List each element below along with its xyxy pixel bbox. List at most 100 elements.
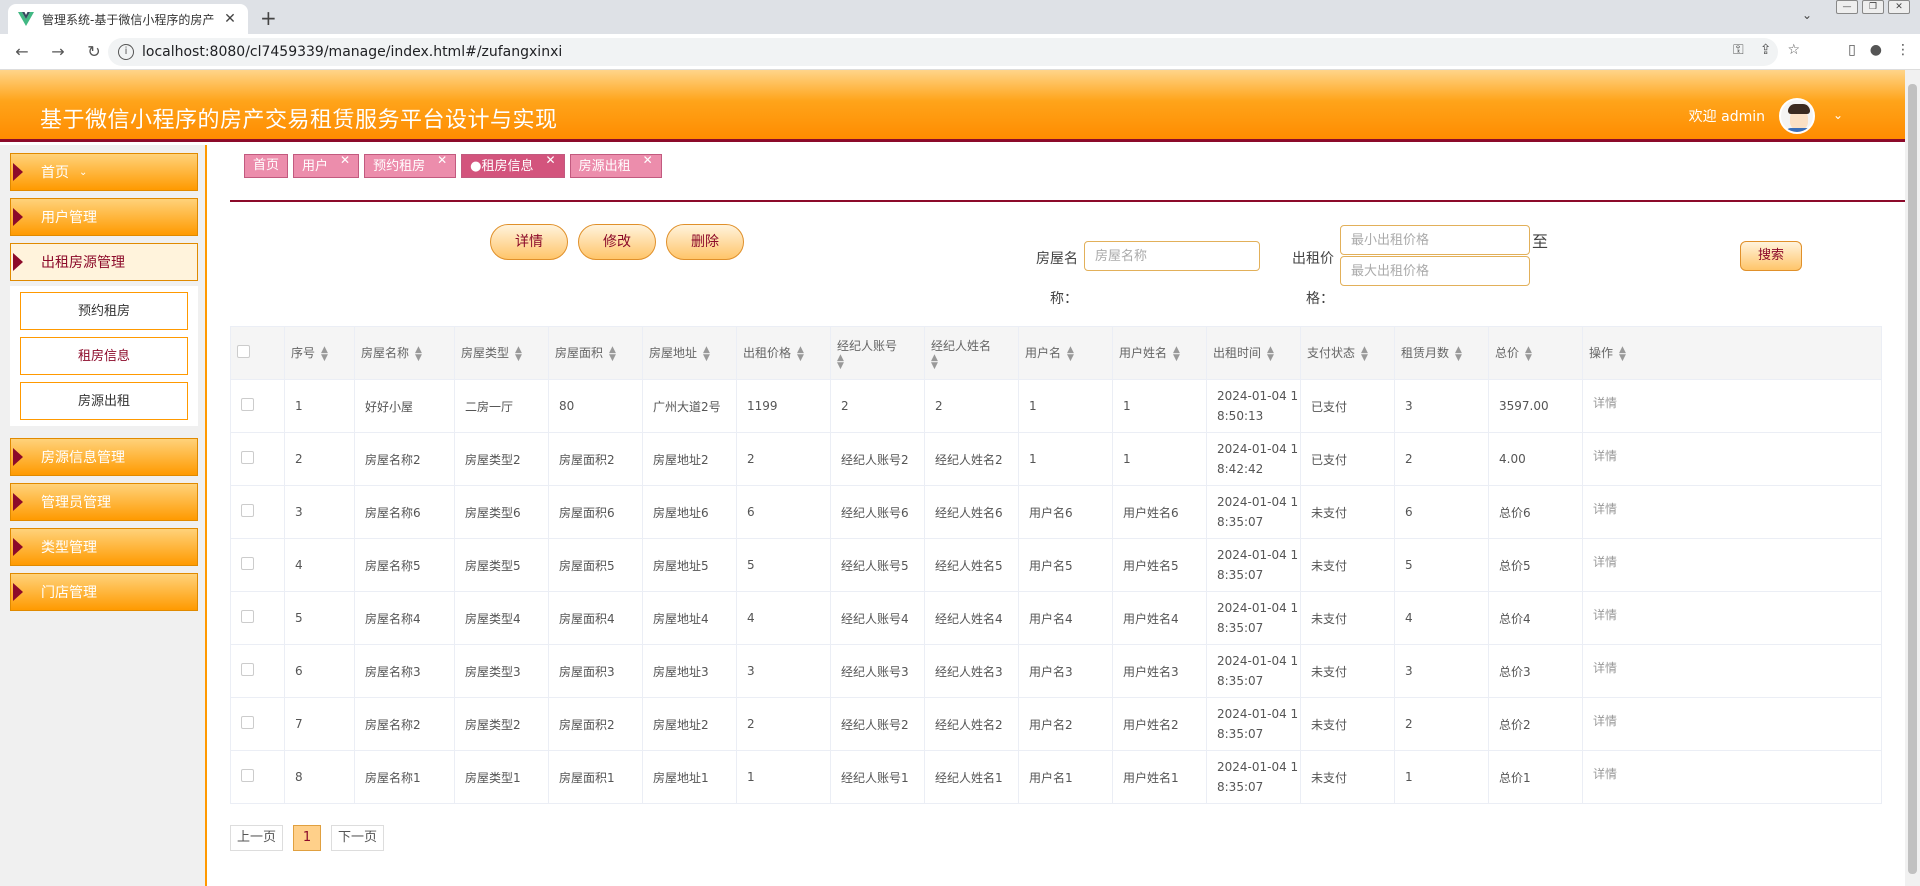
detail-button[interactable]: 详情 — [490, 224, 568, 260]
row-detail-link[interactable]: 详情 — [1593, 396, 1617, 410]
scrollbar-thumb[interactable] — [1908, 84, 1917, 874]
col-username[interactable]: 用户名 ▲ ▼ — [1018, 326, 1113, 380]
sidebar-item-home[interactable]: 首页 ⌄ — [10, 153, 198, 191]
close-icon[interactable]: ✕ — [643, 153, 653, 167]
row-detail-link[interactable]: 详情 — [1593, 608, 1617, 622]
tag-rental-info[interactable]: ●租房信息 ✕ — [461, 153, 565, 178]
col-address[interactable]: 房屋地址 ▲ ▼ — [642, 326, 737, 380]
share-icon[interactable]: ⇪ — [1760, 42, 1772, 58]
page-number[interactable]: 1 — [293, 825, 322, 851]
col-agent-name[interactable]: 经纪人姓名 ▲ ▼ — [924, 326, 1019, 380]
table-row[interactable]: 8 房屋名称1 房屋类型1 房屋面积1 房屋地址1 1 经纪人账号1 经纪人姓名1 用户名1 用户… — [230, 750, 1882, 804]
col-pay-status[interactable]: 支付状态 ▲ ▼ — [1300, 326, 1395, 380]
page-scrollbar[interactable] — [1905, 70, 1920, 886]
table-row[interactable]: 7 房屋名称2 房屋类型2 房屋面积2 房屋地址2 2 经纪人账号2 经纪人姓名2 用户名2 用户… — [230, 697, 1882, 751]
info-icon[interactable]: i — [118, 44, 134, 60]
tag-home[interactable]: 首页 — [244, 154, 289, 178]
row-checkbox[interactable] — [241, 557, 254, 570]
row-detail-link[interactable]: 详情 — [1593, 661, 1617, 675]
max-price-input[interactable] — [1340, 256, 1530, 286]
row-detail-link[interactable]: 详情 — [1593, 767, 1617, 781]
close-window-icon[interactable]: ✕ — [1888, 0, 1910, 14]
col-no[interactable]: 序号 ▲ ▼ — [284, 326, 355, 380]
address-bar[interactable]: i localhost:8080/cl7459339/manage/index.… — [108, 38, 1778, 66]
tag-reservations[interactable]: 预约租房 ✕ — [364, 153, 457, 178]
sort-icon[interactable]: ▲ ▼ — [1525, 345, 1532, 362]
col-months[interactable]: 租赁月数 ▲ ▼ — [1394, 326, 1489, 380]
col-agent-account[interactable]: 经纪人账号 ▲ ▼ — [830, 326, 925, 380]
edit-button[interactable]: 修改 — [578, 224, 656, 260]
user-menu-chevron-icon[interactable]: ⌄ — [1833, 108, 1843, 122]
new-tab-icon[interactable]: + — [260, 6, 277, 30]
col-price[interactable]: 出租价格 ▲ ▼ — [736, 326, 831, 380]
sort-icon[interactable]: ▲ ▼ — [797, 345, 804, 362]
sort-icon[interactable]: ▲ ▼ — [1173, 345, 1180, 362]
col-area[interactable]: 房屋面积 ▲ ▼ — [548, 326, 643, 380]
table-row[interactable]: 4 房屋名称5 房屋类型5 房屋面积5 房屋地址5 5 经纪人账号5 经纪人姓名5 用户名5 用户… — [230, 538, 1882, 592]
sort-icon[interactable]: ▲ ▼ — [703, 345, 710, 362]
row-checkbox[interactable] — [241, 504, 254, 517]
back-icon[interactable]: ← — [8, 42, 36, 61]
sort-icon[interactable]: ▲ ▼ — [1619, 345, 1626, 362]
sidebar-item-stores[interactable]: 门店管理 — [10, 573, 198, 611]
sort-icon[interactable]: ▲ ▼ — [1361, 345, 1368, 362]
next-page-button[interactable]: 下一页 — [331, 825, 385, 851]
tag-users[interactable]: 用户 ✕ — [293, 153, 360, 178]
table-row[interactable]: 6 房屋名称3 房屋类型3 房屋面积3 房屋地址3 3 经纪人账号3 经纪人姓名3 用户名3 用户… — [230, 644, 1882, 698]
row-detail-link[interactable]: 详情 — [1593, 449, 1617, 463]
submenu-item-reservations[interactable]: 预约租房 — [20, 292, 188, 330]
row-checkbox[interactable] — [241, 610, 254, 623]
sort-icon[interactable]: ▲ ▼ — [609, 345, 616, 362]
row-detail-link[interactable]: 详情 — [1593, 555, 1617, 569]
close-icon[interactable]: ✕ — [437, 153, 447, 167]
sidebar-item-types[interactable]: 类型管理 — [10, 528, 198, 566]
col-type[interactable]: 房屋类型 ▲ ▼ — [454, 326, 549, 380]
restore-icon[interactable]: ❐ — [1862, 0, 1884, 14]
select-all-checkbox[interactable] — [237, 345, 250, 358]
row-checkbox[interactable] — [241, 398, 254, 411]
row-checkbox[interactable] — [241, 769, 254, 782]
sort-icon[interactable]: ▲ ▼ — [515, 345, 522, 362]
reload-icon[interactable]: ↻ — [80, 42, 108, 61]
key-icon[interactable]: ⚿ — [1733, 42, 1744, 58]
url-text[interactable]: localhost:8080/cl7459339/manage/index.ht… — [142, 44, 562, 60]
avatar[interactable] — [1779, 98, 1815, 134]
sort-icon[interactable]: ▲ ▼ — [321, 345, 328, 362]
star-icon[interactable]: ☆ — [1787, 42, 1800, 58]
forward-icon[interactable]: → — [44, 42, 72, 61]
table-row[interactable]: 1 好好小屋 二房一厅 80 广州大道2号 1199 2 2 1 1 2024-01-04 1 8:5… — [230, 379, 1882, 433]
row-checkbox[interactable] — [241, 663, 254, 676]
row-checkbox[interactable] — [241, 716, 254, 729]
close-tab-icon[interactable]: ✕ — [222, 11, 238, 27]
sidebar-item-house-info[interactable]: 房源信息管理 — [10, 438, 198, 476]
col-user-fullname[interactable]: 用户姓名 ▲ ▼ — [1112, 326, 1207, 380]
table-row[interactable]: 5 房屋名称4 房屋类型4 房屋面积4 房屋地址4 4 经纪人账号4 经纪人姓名4 用户名4 用户… — [230, 591, 1882, 645]
sidebar-item-admins[interactable]: 管理员管理 — [10, 483, 198, 521]
table-row[interactable]: 2 房屋名称2 房屋类型2 房屋面积2 房屋地址2 2 经纪人账号2 经纪人姓名2 1 1 2024… — [230, 432, 1882, 486]
sort-icon[interactable]: ▲ ▼ — [837, 353, 844, 370]
close-icon[interactable]: ✕ — [340, 153, 350, 167]
more-icon[interactable]: ⋮ — [1896, 42, 1910, 58]
row-detail-link[interactable]: 详情 — [1593, 714, 1617, 728]
house-name-input[interactable] — [1084, 241, 1260, 271]
browser-tab[interactable]: 管理系统-基于微信小程序的房产 ✕ — [8, 4, 248, 34]
sort-icon[interactable]: ▲ ▼ — [1067, 345, 1074, 362]
profile-icon[interactable]: ● — [1870, 42, 1882, 58]
sort-icon[interactable]: ▲ ▼ — [1267, 345, 1274, 362]
min-price-input[interactable] — [1340, 225, 1530, 255]
table-row[interactable]: 3 房屋名称6 房屋类型6 房屋面积6 房屋地址6 6 经纪人账号6 经纪人姓名6 用户名6 用户… — [230, 485, 1882, 539]
prev-page-button[interactable]: 上一页 — [230, 825, 284, 851]
col-name[interactable]: 房屋名称 ▲ ▼ — [354, 326, 455, 380]
minimize-icon[interactable]: — — [1836, 0, 1858, 14]
tag-house-rent[interactable]: 房源出租 ✕ — [569, 153, 662, 178]
sidebar-item-users[interactable]: 用户管理 — [10, 198, 198, 236]
search-button[interactable]: 搜索 — [1740, 241, 1802, 271]
sidebar-item-rental-listings[interactable]: 出租房源管理 — [10, 243, 198, 281]
delete-button[interactable]: 删除 — [666, 224, 744, 260]
col-total[interactable]: 总价 ▲ ▼ — [1488, 326, 1583, 380]
row-detail-link[interactable]: 详情 — [1593, 502, 1617, 516]
submenu-item-house-rent[interactable]: 房源出租 — [20, 382, 188, 420]
sort-icon[interactable]: ▲ ▼ — [1455, 345, 1462, 362]
sort-icon[interactable]: ▲ ▼ — [931, 353, 938, 370]
chevron-down-icon[interactable]: ⌄ — [1802, 8, 1812, 22]
